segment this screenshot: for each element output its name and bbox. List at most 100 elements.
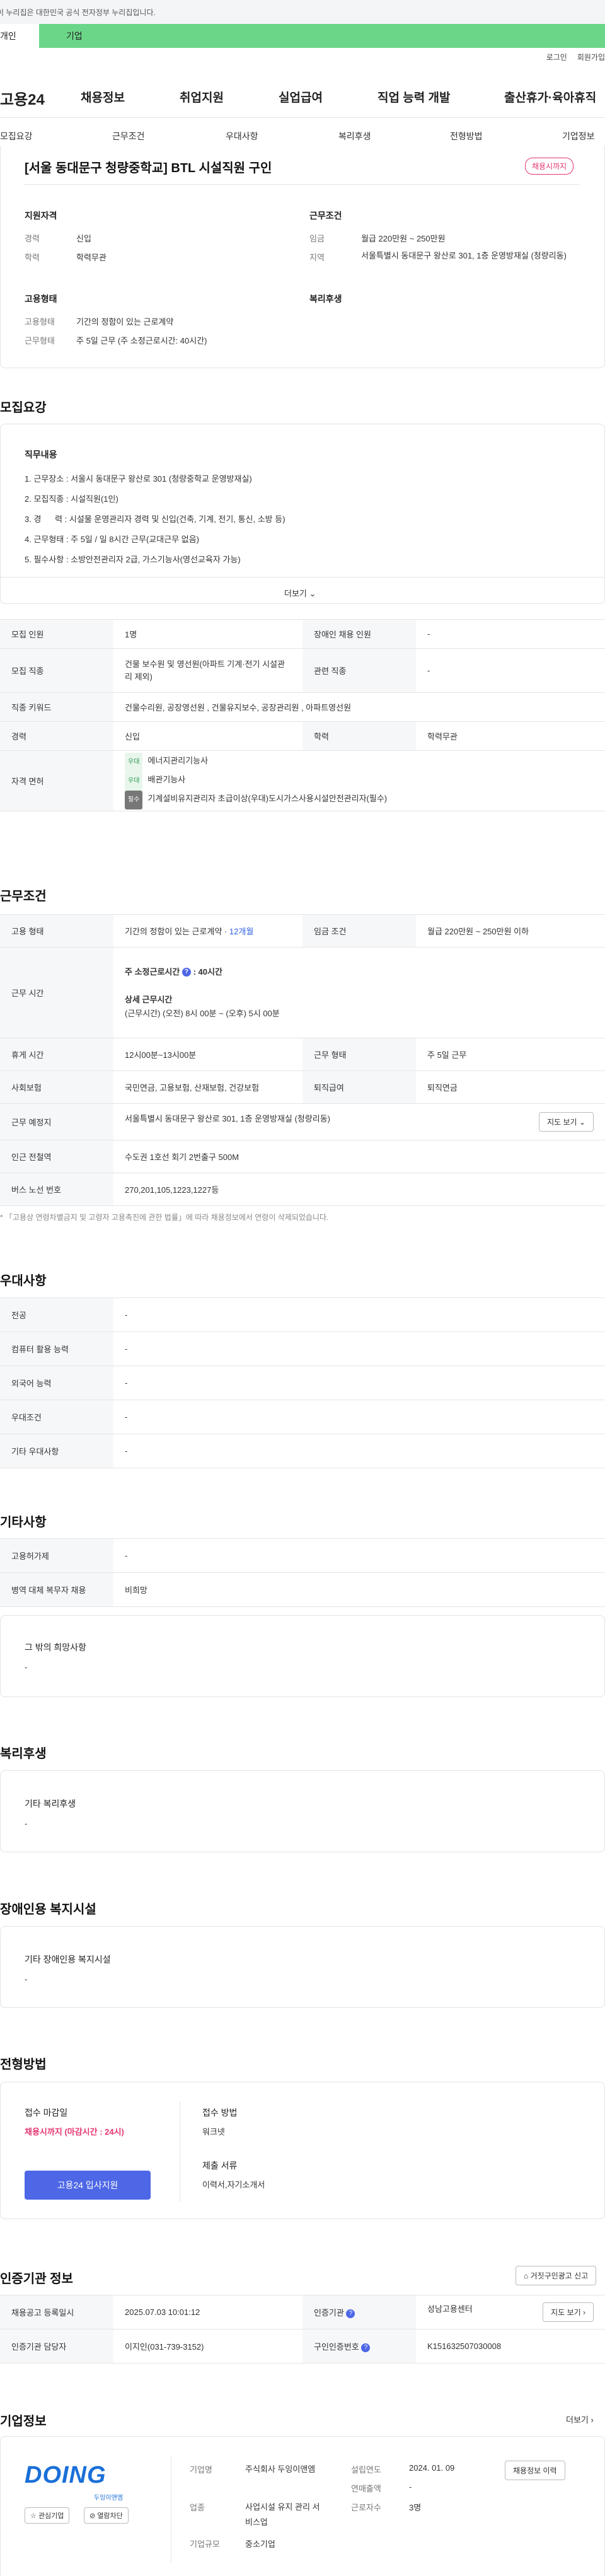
table-header: 휴게 시간 <box>0 1038 113 1071</box>
table-row: 근무 예정지 서울특별시 동대문구 왕산로 301, 1층 운영방재실 (청량리… <box>0 1103 605 1140</box>
employment-type-label: 고용형태 <box>25 317 55 327</box>
table-cell: 국민연금, 고용보험, 산재보험, 건강보험 <box>113 1070 302 1104</box>
agency-map-button[interactable]: 지도 보기 › <box>543 2302 594 2322</box>
table-cell: 신입 <box>113 721 302 751</box>
table-cell: - <box>113 1538 605 1573</box>
duty-more-button[interactable]: 더보기 ⌄ <box>284 587 316 599</box>
size-value: 중소기업 <box>245 2539 275 2549</box>
table-header: 직종 키워드 <box>0 692 113 722</box>
disability-section-title: 장애인용 복지시설 <box>0 1903 96 1917</box>
gnb-employment-support[interactable]: 취업지원 <box>180 88 224 107</box>
info-icon[interactable]: ? <box>346 2309 355 2318</box>
table-cell: 12시00분~13시00분 <box>113 1038 302 1071</box>
table-row: 직종 키워드 건물수리원, 공장영선원 , 건물유지보수, 공장관리원 , 아파… <box>0 692 605 722</box>
table-header: 우대조건 <box>0 1400 113 1434</box>
subnav-conditions[interactable]: 근무조건 <box>112 130 145 142</box>
chevron-right-icon: › <box>591 2415 594 2425</box>
table-header: 채용공고 등록일시 <box>0 2295 113 2329</box>
gnb-parental-leave-label: 출산휴가·육아휴직 <box>504 91 597 105</box>
deadline-value: 채용시까지 (마감시간 : 24시) <box>25 2127 124 2137</box>
tab-personal[interactable]: 개인 <box>0 24 39 48</box>
map-button[interactable]: 지도 보기 ⌄ <box>539 1112 594 1132</box>
agency-no-label: 구인인증번호 <box>314 2342 359 2352</box>
welfare-summary-title: 복리후생 <box>309 294 342 304</box>
subnav-preferences-label: 우대사항 <box>226 131 258 141</box>
gnb-unemployment-benefit-label: 실업급여 <box>279 91 323 105</box>
report-ad-label: 거짓구인광고 신고 <box>530 2271 589 2280</box>
info-icon[interactable]: ? <box>361 2343 371 2352</box>
block-icon: ⊘ <box>89 2512 96 2520</box>
fav-company-button[interactable]: ☆ 관심기업 <box>25 2507 70 2524</box>
sales-label: 연매출액 <box>351 2484 381 2493</box>
welfare-section-title: 복리후생 <box>0 1747 47 1761</box>
duty-more-label: 더보기 <box>284 589 307 598</box>
license-item: 우대 배관기능사 <box>125 771 594 791</box>
disability-sub-title: 기타 장애인용 복지시설 <box>25 1954 111 1964</box>
gnb-unemployment-benefit[interactable]: 실업급여 <box>279 88 323 107</box>
table-cell: - <box>113 1297 605 1332</box>
table-header: 컴퓨터 활용 능력 <box>0 1332 113 1366</box>
util-menu: 로그인 회원가입 <box>536 52 605 62</box>
gnb-parental-leave[interactable]: 출산휴가·육아휴직 <box>504 88 596 107</box>
company-more-link[interactable]: 더보기 › <box>566 2413 594 2425</box>
table-header: 사회보험 <box>0 1070 113 1104</box>
subnav-preferences[interactable]: 우대사항 <box>226 130 258 142</box>
chevron-down-icon: ⌄ <box>579 1118 585 1127</box>
table-cell: - <box>113 1434 605 1468</box>
work-place-value: 서울특별시 동대문구 왕산로 301, 1층 운영방재실 (청량리동) <box>125 1114 330 1123</box>
table-row: 모집 인원 1명 장애인 채용 인원 - <box>0 619 605 649</box>
etc-table: 고용허가제 - 병역 대체 복무자 채용 비희망 <box>0 1538 605 1607</box>
duty-line: 1. 근무장소 : 서울시 동대문구 왕산로 301 (청량중학교 운영방재실) <box>25 474 252 484</box>
signup-link[interactable]: 회원가입 <box>577 53 605 62</box>
license-item: 우대 에너지관리기능사 <box>125 752 594 772</box>
employment-months: 12개월 <box>229 927 254 936</box>
table-header: 모집 인원 <box>0 619 113 649</box>
agency-org-value: 성남고용센터 <box>427 2304 473 2314</box>
table-cell: 주 5일 근무 <box>416 1038 605 1071</box>
wage-label: 임금 <box>309 234 325 243</box>
block-company-button[interactable]: ⊘ 열람차단 <box>84 2507 129 2524</box>
subnav-process[interactable]: 전형방법 <box>450 130 483 142</box>
report-ad-button[interactable]: ⌂ 거짓구인광고 신고 <box>516 2266 597 2285</box>
docs-title: 제출 서류 <box>202 2161 238 2171</box>
table-cell: 서울특별시 동대문구 왕산로 301, 1층 운영방재실 (청량리동) 지도 보… <box>113 1103 605 1140</box>
career-value: 신입 <box>76 234 91 243</box>
site-logo[interactable]: 고용24 <box>0 87 45 109</box>
tab-company[interactable]: 기업 <box>66 24 83 48</box>
table-cell: 주 소정근로시간 ? : 40시간 상세 근무시간 (근무시간) (오전) 8시… <box>113 947 605 1038</box>
login-link[interactable]: 로그인 <box>546 53 567 62</box>
license-name: 에너지관리기능사 <box>147 755 209 765</box>
subnav-welfare-label: 복리후생 <box>338 131 371 141</box>
apply-button[interactable]: 고용24 입사지원 <box>25 2171 151 2200</box>
age-notice: * 「고용상 연령차별금지 및 고령자 고용촉진에 관한 법률」에 따라 채용정… <box>0 1213 329 1222</box>
table-cell: 270,201,105,1223,1227등 <box>113 1173 605 1206</box>
subnav-company[interactable]: 기업정보 <box>562 130 595 142</box>
job-summary-card: [서울 동대문구 청량중학교] BTL 시설직원 구인 채용시까지 지원자격 근… <box>0 146 605 368</box>
table-header: 구인인증번호 ? <box>302 2329 416 2364</box>
title-divider <box>25 184 579 185</box>
subnav-recruit[interactable]: 모집요강 <box>0 130 33 142</box>
info-icon[interactable]: ? <box>182 968 191 977</box>
license-list: 우대 에너지관리기능사 우대 배관기능사 필수 기계설비유지관리자 초급이상(우대)도… <box>113 750 605 811</box>
table-cell: 2025.07.03 10:01:12 <box>113 2295 302 2329</box>
table-cell: 1명 <box>113 619 302 649</box>
work-table: 고용 형태 기간의 정함이 있는 근로계약 · 12개월 임금 조건 월급 22… <box>0 914 605 1206</box>
table-row: 모집 직종 건물 보수원 및 영선원(아파트 기계·전기 시설관리 제외) 관련… <box>0 648 605 693</box>
table-cell: 학력무관 <box>416 721 605 751</box>
gnb-job-training[interactable]: 직업 능력 개발 <box>377 88 450 107</box>
etc-section-title: 기타사항 <box>0 1516 47 1529</box>
established-value: 2024. 01. 09 <box>409 2463 455 2473</box>
agency-org-label: 인증기관 <box>314 2308 344 2318</box>
subnav-welfare[interactable]: 복리후생 <box>338 130 371 142</box>
hiring-history-button[interactable]: 채용정보 이력 <box>505 2461 565 2480</box>
duty-line: 5. 필수사항 : 소방안전관리자 2급, 가스기능사(영선교육자 가능) <box>25 555 241 564</box>
table-cell: - <box>416 619 605 649</box>
table-cell: K151632507030008 <box>416 2329 605 2364</box>
table-row: 전공 - <box>0 1297 605 1332</box>
gnb-jobs[interactable]: 채용정보 <box>81 88 125 107</box>
table-header: 인증기관 담당자 <box>0 2329 113 2364</box>
table-header: 근무 형태 <box>302 1038 416 1071</box>
detail-hours-value: (근무시간) (오전) 8시 00분 ~ (오후) 5시 00분 <box>125 1008 280 1018</box>
table-header: 기타 우대사항 <box>0 1434 113 1468</box>
employment-type-value: 기간의 정함이 있는 근로계약 <box>76 317 174 327</box>
